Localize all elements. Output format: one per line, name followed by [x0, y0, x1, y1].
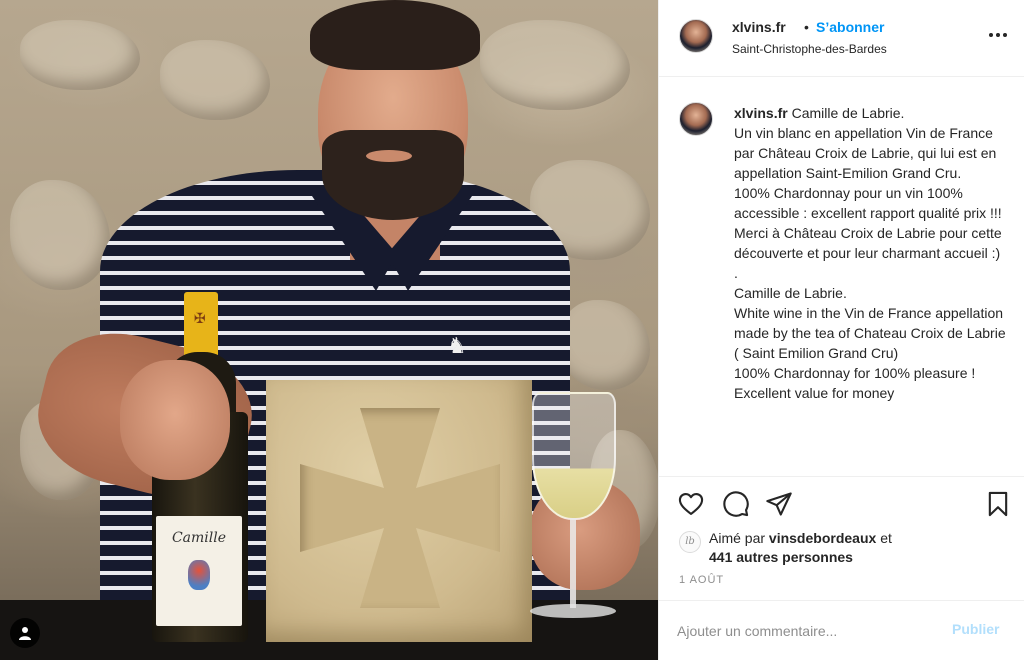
caption-username[interactable]: xlvins.fr: [734, 105, 788, 121]
wine-glass-bowl: [532, 392, 616, 520]
caption-line: 100% Chardonnay pour un vin 100% accessi…: [734, 185, 1002, 221]
caption-line: Un vin blanc en appellation Vin de Franc…: [734, 125, 997, 181]
left-hand: [120, 360, 230, 480]
user-tag-icon: [19, 627, 31, 640]
caption-line: Camille de Labrie.: [791, 105, 905, 121]
share-button[interactable]: [765, 490, 793, 518]
label-illustration: [188, 560, 210, 590]
caption-line: .: [734, 265, 738, 281]
user-tag-button[interactable]: [10, 618, 40, 648]
wine-glass-foot: [530, 604, 616, 618]
likes-count-link[interactable]: 441 autres personnes: [709, 547, 853, 567]
author-avatar[interactable]: [679, 19, 713, 53]
caption-line: Camille de Labrie.: [734, 285, 847, 301]
paper-plane-icon: [766, 492, 792, 516]
author-username[interactable]: xlvins.fr: [732, 19, 786, 35]
caption-text: xlvins.fr Camille de Labrie. Un vin blan…: [734, 103, 1014, 403]
header-separator: •: [804, 19, 809, 35]
caption-avatar[interactable]: [679, 102, 713, 136]
liker-avatar[interactable]: lb: [679, 531, 701, 553]
liker-username[interactable]: vinsdebordeaux: [769, 530, 876, 546]
person-beard: [322, 130, 464, 220]
caption-line: 100% Chardonnay for 100% pleasure ! Exce…: [734, 365, 976, 401]
person-mouth: [366, 150, 412, 162]
post-actions: lb Aimé par vinsdebordeaux et 441 autres…: [659, 476, 1024, 600]
post-sidebar: xlvins.fr • S’abonner Saint-Christophe-d…: [658, 0, 1024, 660]
heart-icon: [678, 493, 704, 515]
comment-bubble-icon: [723, 491, 749, 517]
bottle-label: Camille: [156, 516, 242, 626]
comment-input[interactable]: [677, 619, 927, 643]
person-hair: [310, 0, 480, 70]
wall-stone: [160, 40, 270, 120]
capsule-cross-icon: ✠: [194, 310, 206, 326]
more-options-icon[interactable]: [989, 28, 1007, 42]
comment-bar: Publier: [659, 600, 1024, 660]
bookmark-icon: [988, 491, 1008, 517]
publish-button[interactable]: Publier: [952, 621, 999, 637]
shirt-logo-icon: ♞: [447, 333, 467, 358]
save-button[interactable]: [984, 490, 1012, 518]
wall-stone: [10, 180, 110, 290]
likes-suffix: et: [880, 530, 892, 546]
wine-glass-stem: [570, 518, 576, 608]
bottle-label-text: Camille: [171, 530, 227, 546]
follow-button[interactable]: S’abonner: [816, 19, 884, 35]
wall-stone: [560, 300, 650, 390]
post-photo[interactable]: ♞ ✠ Camille: [0, 0, 658, 660]
post-date[interactable]: 1 AOÛT: [679, 574, 724, 586]
post-header: xlvins.fr • S’abonner Saint-Christophe-d…: [659, 0, 1024, 77]
likes-prefix: Aimé par: [709, 530, 766, 546]
wall-stone: [20, 20, 140, 90]
likes-line: Aimé par vinsdebordeaux et: [709, 528, 892, 548]
caption-area[interactable]: xlvins.fr Camille de Labrie. Un vin blan…: [659, 78, 1024, 475]
caption-line: White wine in the Vin de France appellat…: [734, 305, 1006, 361]
like-button[interactable]: [677, 490, 705, 518]
post-location[interactable]: Saint-Christophe-des-Bardes: [732, 42, 887, 56]
comment-button[interactable]: [722, 490, 750, 518]
wall-stone: [480, 20, 630, 110]
caption-line: Merci à Château Croix de Labrie pour cet…: [734, 225, 1002, 261]
